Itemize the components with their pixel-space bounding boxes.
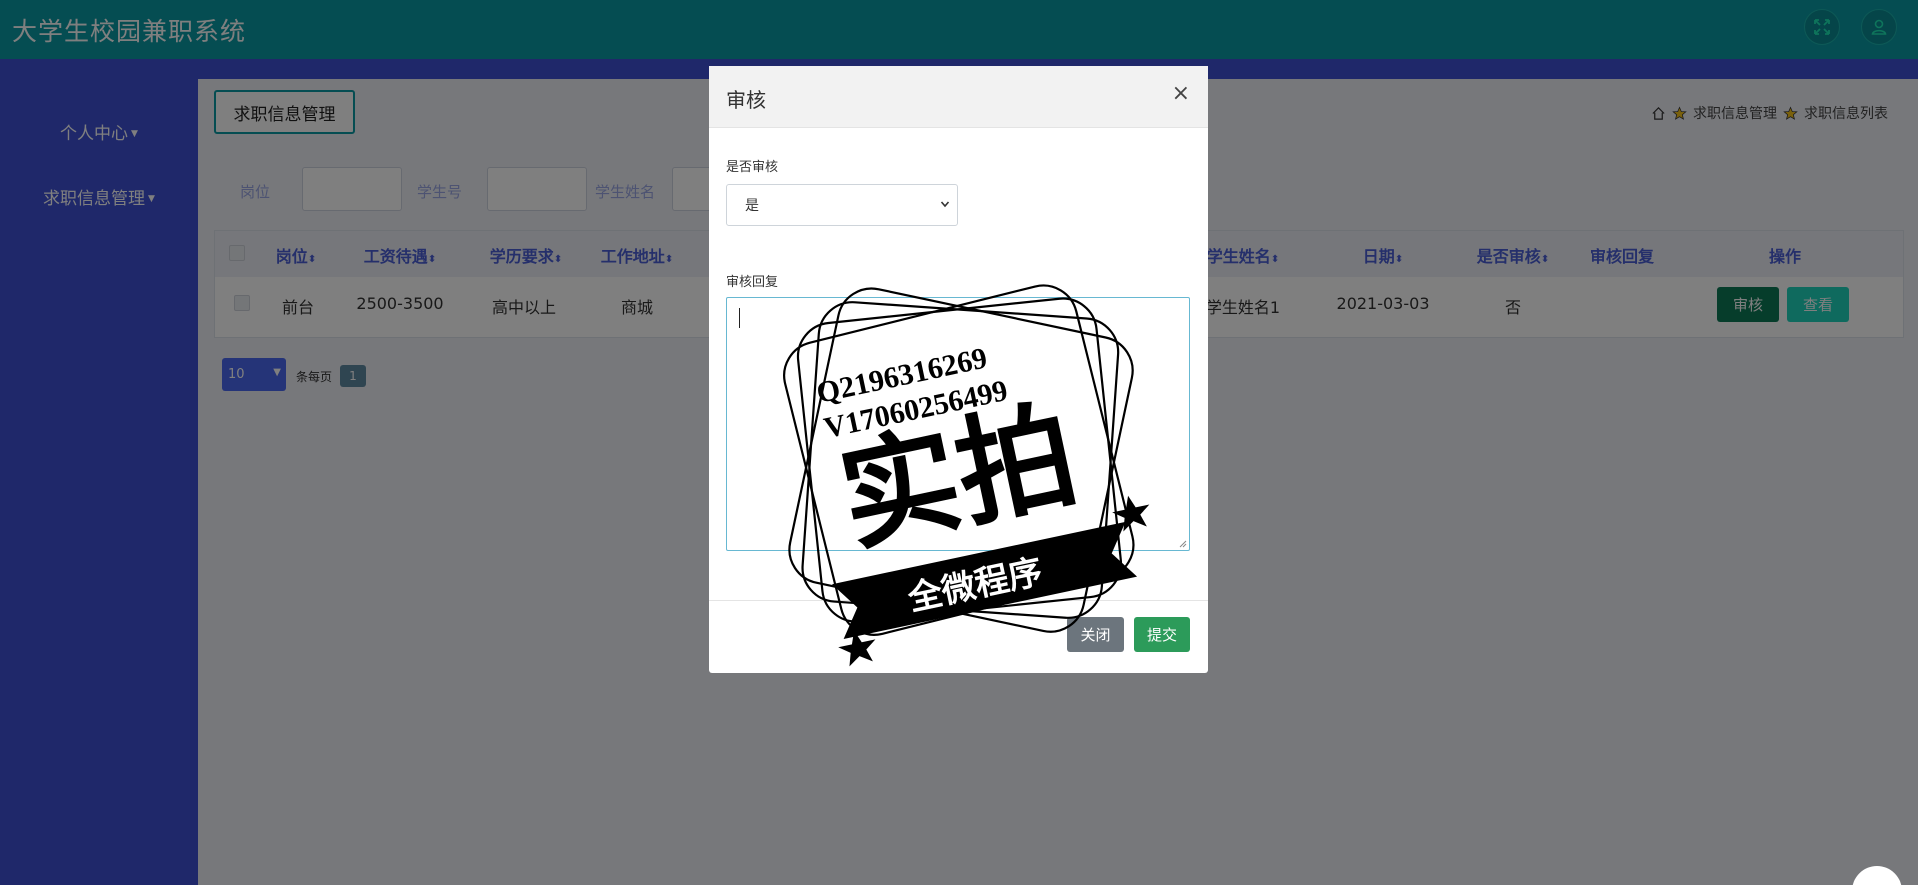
resize-handle-icon[interactable] <box>1178 539 1187 548</box>
review-status-label: 是否审核 <box>726 160 779 175</box>
modal-title: 审核 <box>726 88 766 112</box>
review-status-select[interactable]: 是 <box>726 184 958 226</box>
text-cursor <box>739 308 740 328</box>
watermark-stamp: Q2196316269 V17060256499 实拍 全微程序 <box>783 284 1150 667</box>
close-icon[interactable]: × <box>1172 81 1190 106</box>
review-status-value: 是 <box>745 198 759 214</box>
modal-header: 审核 × <box>709 66 1208 128</box>
chevron-down-icon <box>940 201 950 208</box>
